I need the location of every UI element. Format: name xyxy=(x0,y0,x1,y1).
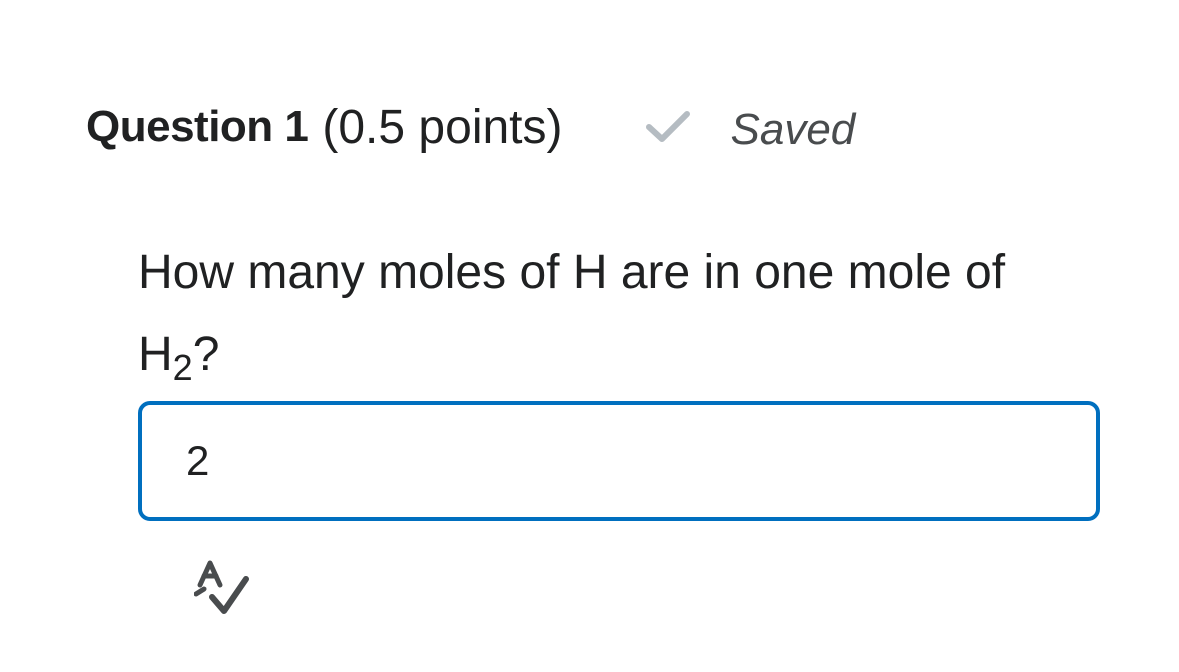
question-text-main: How many moles of H are in one mole of H xyxy=(138,246,1006,381)
checkmark-icon xyxy=(645,111,690,142)
saved-label: Saved xyxy=(730,105,856,154)
question-title: Question 1 xyxy=(86,102,309,151)
answer-input[interactable] xyxy=(138,401,1100,521)
question-text: How many moles of H are in one mole of H… xyxy=(138,232,1038,396)
question-text-subscript: 2 xyxy=(172,347,193,388)
save-status: Saved xyxy=(645,99,856,155)
question-points: (0.5 points) xyxy=(322,100,563,154)
spell-check-icon[interactable] xyxy=(194,559,250,619)
question-header: Question 1 (0.5 points) Saved xyxy=(86,92,855,162)
question-text-end: ? xyxy=(192,328,220,381)
